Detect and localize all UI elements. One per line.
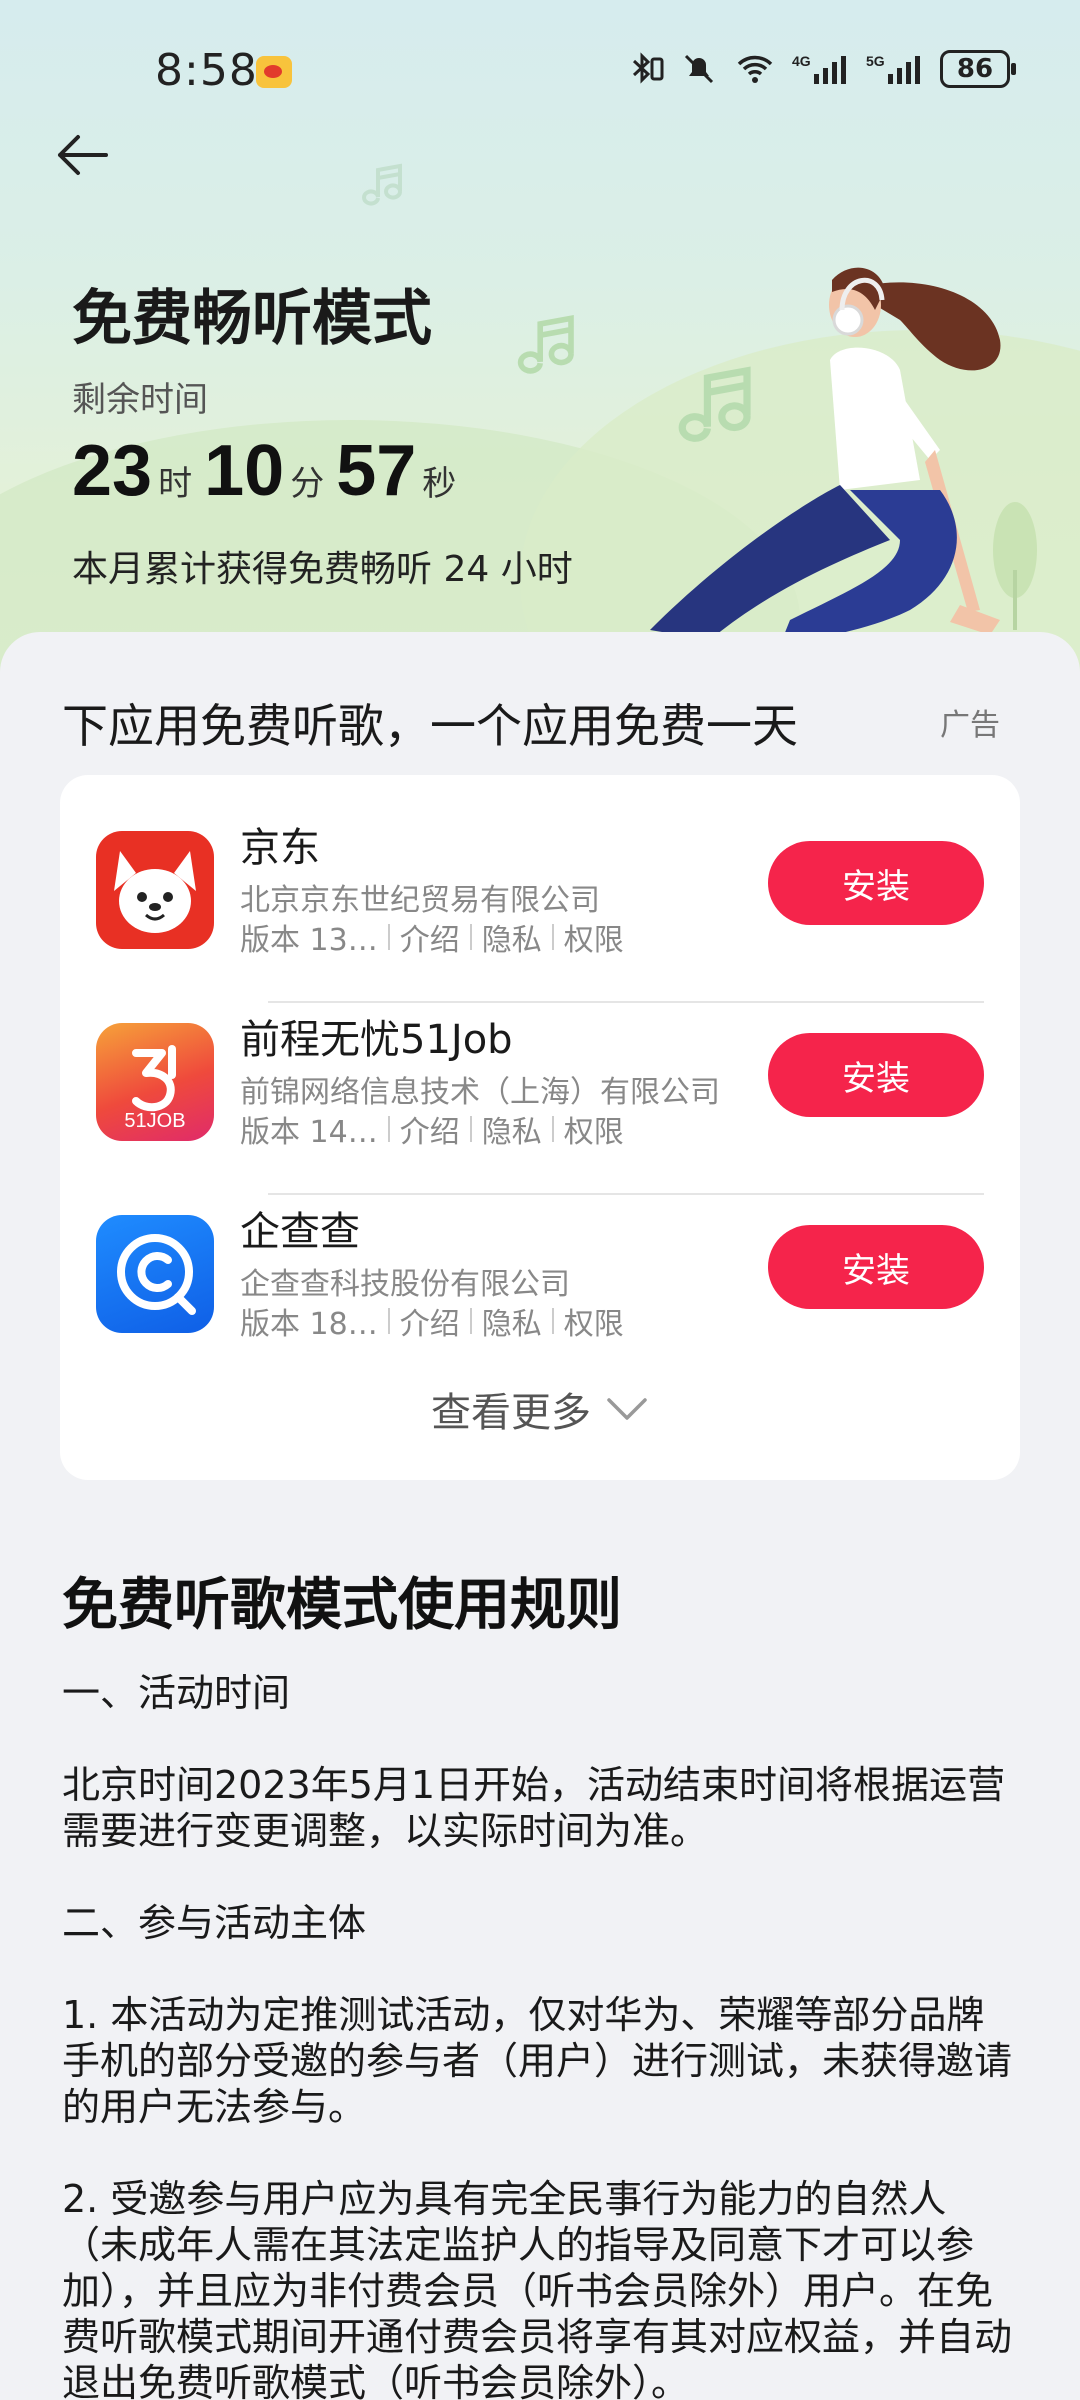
hero-banner: 8:58 4G 5G 86 免费畅听模式 剩余时间 23 时 10 分 57 秒… (0, 0, 1080, 700)
back-arrow-icon[interactable] (52, 125, 112, 185)
page-title: 免费畅听模式 (72, 284, 432, 354)
rules-paragraph: 1. 本活动为定推测试活动，仅对华为、荣耀等部分品牌手机的部分受邀的参与者（用户… (62, 1993, 1013, 2129)
minutes-unit: 分 (290, 464, 325, 504)
status-bar: 8:58 4G 5G 86 (0, 0, 1080, 150)
rules-section-title: 二、参与活动主体 (62, 1901, 367, 1945)
ad-tag: 广告 (940, 708, 1000, 743)
app-version: 版本 13… (240, 923, 378, 958)
divider (551, 1116, 554, 1142)
app-recommendation-card: 京东 北京京东世纪贸易有限公司 版本 13… 介绍 隐私 权限 安装 51JOB… (60, 775, 1020, 1480)
qichacha-app-icon[interactable] (96, 1215, 214, 1333)
svg-text:4G: 4G (792, 53, 811, 69)
rules-section-title: 一、活动时间 (62, 1671, 291, 1715)
app-privacy-link[interactable]: 隐私 (482, 1107, 542, 1151)
51job-app-icon[interactable]: 51JOB (96, 1023, 214, 1141)
hours-unit: 时 (158, 464, 193, 504)
countdown-timer: 23 时 10 分 57 秒 (72, 430, 468, 512)
bluetooth-icon (632, 52, 664, 84)
rules-body: 一、活动时间 北京时间2023年5月1日开始，活动结束时间将根据运营需要进行变更… (62, 1670, 1022, 2400)
rules-title: 免费听歌模式使用规则 (62, 1573, 622, 1638)
view-more-label: 查看更多 (431, 1390, 591, 1436)
app-list-item[interactable]: 京东 北京京东世纪贸易有限公司 版本 13… 介绍 隐私 权限 安装 (96, 811, 984, 1003)
ad-section-heading: 下应用免费听歌，一个应用免费一天 (62, 699, 798, 753)
app-meta: 版本 13… 介绍 隐私 权限 (240, 915, 624, 959)
divider (469, 1116, 472, 1142)
mute-icon (684, 54, 714, 84)
countdown-hours: 23 (72, 431, 153, 511)
app-intro-link[interactable]: 介绍 (400, 1299, 460, 1343)
view-more-button[interactable]: 查看更多 (60, 1380, 1020, 1438)
wifi-icon (737, 55, 773, 83)
svg-text:5G: 5G (866, 53, 885, 69)
battery-level: 86 (956, 54, 994, 84)
divider (551, 924, 554, 950)
remaining-time-label: 剩余时间 (72, 380, 208, 420)
app-intro-link[interactable]: 介绍 (400, 1107, 460, 1151)
app-name: 前程无忧51Job (240, 1017, 513, 1063)
5g-signal-icon: 5G (866, 53, 920, 84)
app-meta: 版本 18… 介绍 隐私 权限 (240, 1299, 624, 1343)
app-version: 版本 14… (240, 1115, 378, 1150)
seconds-unit: 秒 (422, 464, 457, 504)
app-version: 版本 18… (240, 1307, 378, 1342)
weibo-icon (256, 56, 292, 88)
rules-paragraph: 2. 受邀参与用户应为具有完全民事行为能力的自然人（未成年人需在其法定监护人的指… (62, 2177, 1013, 2400)
divider (387, 924, 390, 950)
app-list-item[interactable]: 51JOB 前程无忧51Job 前锦网络信息技术（上海）有限公司 版本 14… … (96, 1003, 984, 1195)
app-developer: 北京京东世纪贸易有限公司 (240, 883, 600, 918)
app-developer: 企查查科技股份有限公司 (240, 1267, 570, 1302)
divider (469, 924, 472, 950)
app-privacy-link[interactable]: 隐私 (482, 915, 542, 959)
countdown-minutes: 10 (204, 431, 285, 511)
app-intro-link[interactable]: 介绍 (400, 915, 460, 959)
app-name: 京东 (240, 825, 320, 871)
divider (469, 1308, 472, 1334)
music-note-icon (362, 163, 402, 206)
divider (551, 1308, 554, 1334)
woman-with-headphones-illustration (650, 267, 1037, 645)
install-button[interactable]: 安装 (768, 841, 984, 925)
monthly-total-text: 本月累计获得免费畅听 24 小时 (72, 549, 573, 590)
app-permissions-link[interactable]: 权限 (564, 1107, 624, 1151)
app-permissions-link[interactable]: 权限 (564, 1299, 624, 1343)
jd-app-icon[interactable] (96, 831, 214, 949)
4g-signal-icon: 4G (792, 53, 846, 84)
chevron-down-icon (607, 1398, 647, 1420)
install-button[interactable]: 安装 (768, 1033, 984, 1117)
countdown-seconds: 57 (336, 431, 417, 511)
divider (387, 1116, 390, 1142)
rules-paragraph: 北京时间2023年5月1日开始，活动结束时间将根据运营需要进行变更调整，以实际时… (62, 1763, 1006, 1853)
app-privacy-link[interactable]: 隐私 (482, 1299, 542, 1343)
app-developer: 前锦网络信息技术（上海）有限公司 (240, 1075, 720, 1110)
divider (387, 1308, 390, 1334)
app-name: 企查查 (240, 1209, 360, 1255)
app-meta: 版本 14… 介绍 隐私 权限 (240, 1107, 624, 1151)
status-time: 8:58 (155, 45, 258, 96)
install-button[interactable]: 安装 (768, 1225, 984, 1309)
battery-icon: 86 (940, 50, 1016, 88)
app-permissions-link[interactable]: 权限 (564, 915, 624, 959)
51job-icon-text: 51JOB (124, 1110, 186, 1132)
music-note-icon (517, 315, 574, 374)
app-list-item[interactable]: 企查查 企查查科技股份有限公司 版本 18… 介绍 隐私 权限 安装 (96, 1195, 984, 1387)
